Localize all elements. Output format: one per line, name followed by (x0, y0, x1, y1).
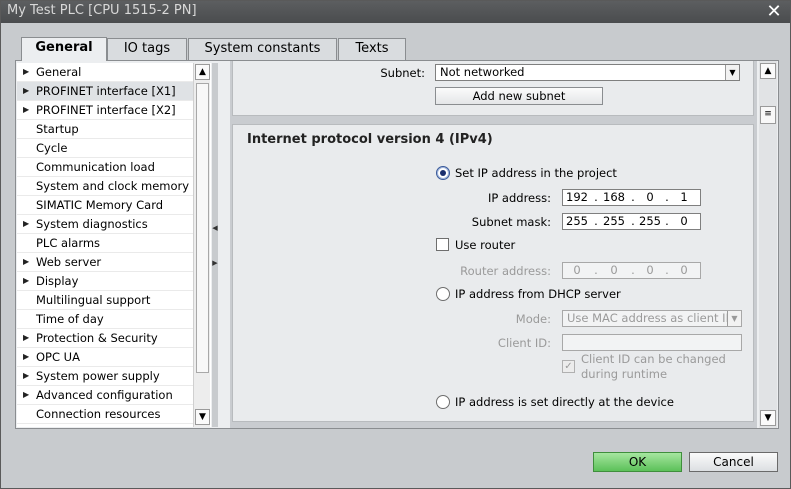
nav-item-profinet-x2[interactable]: ▶ PROFINET interface [X2] (17, 101, 193, 120)
nav-item-time-of-day[interactable]: Time of day (17, 310, 193, 329)
router-address-input[interactable]: 0 . 0 . 0 . 0 (562, 262, 701, 279)
mode-label: Mode: (515, 312, 551, 326)
subnet-label: Subnet: (380, 66, 425, 80)
nav-scrollbar[interactable]: ▲ ▼ (193, 63, 210, 427)
expand-arrow-icon: ▶ (23, 67, 30, 76)
set-ip-in-project-label: Set IP address in the project (455, 166, 617, 180)
nav-item-web-server[interactable]: ▶ Web server (17, 253, 193, 272)
nav-item-startup[interactable]: Startup (17, 120, 193, 139)
expand-arrow-icon: ▶ (23, 86, 30, 95)
expand-arrow-icon: ▶ (23, 219, 30, 228)
set-ip-in-project-radio[interactable] (436, 166, 450, 180)
nav-item-system-clock-memory[interactable]: System and clock memory (17, 177, 193, 196)
mode-select[interactable]: Use MAC address as client ID ▼ (562, 310, 742, 327)
tab-texts[interactable]: Texts (338, 38, 406, 60)
client-id-changeable-label-1: Client ID can be changed (581, 352, 726, 366)
client-id-changeable-checkbox[interactable]: ✓ (562, 360, 575, 373)
ipv4-title: Internet protocol version 4 (IPv4) (247, 132, 493, 147)
subnet-section: Subnet: Not networked ▼ Add new subnet (232, 61, 754, 116)
scroll-thumb[interactable]: ≡ (760, 106, 776, 124)
nav-item-plc-alarms[interactable]: PLC alarms (17, 234, 193, 253)
ip-address-input[interactable]: 192 . 168 . 0 . 1 (562, 189, 701, 206)
scroll-down-icon[interactable]: ▼ (760, 410, 776, 426)
nav-item-cycle[interactable]: Cycle (17, 139, 193, 158)
chevron-down-icon: ▼ (725, 65, 739, 80)
nav-item-display[interactable]: ▶ Display (17, 272, 193, 291)
expand-arrow-icon: ▶ (23, 257, 30, 266)
tab-io-tags[interactable]: IO tags (107, 38, 187, 60)
set-at-device-label: IP address is set directly at the device (455, 395, 674, 409)
close-icon[interactable]: ✕ (764, 2, 784, 22)
scroll-thumb[interactable] (196, 83, 209, 373)
expand-right-icon[interactable]: ▶ (212, 258, 218, 268)
nav-item-system-diagnostics[interactable]: ▶ System diagnostics (17, 215, 193, 234)
tab-general[interactable]: General (21, 37, 107, 61)
ip-address-label: IP address: (487, 191, 551, 205)
client-id-input[interactable] (562, 334, 742, 351)
expand-arrow-icon: ▶ (23, 371, 30, 380)
nav-item-profinet-x1[interactable]: ▶ PROFINET interface [X1] (17, 82, 193, 101)
nav-item-system-power-supply[interactable]: ▶ System power supply (17, 367, 193, 386)
scroll-down-icon[interactable]: ▼ (195, 409, 210, 425)
use-router-checkbox[interactable] (436, 238, 449, 251)
subnet-select[interactable]: Not networked ▼ (435, 64, 740, 81)
cancel-button[interactable]: Cancel (689, 452, 778, 472)
ipv4-section: Internet protocol version 4 (IPv4) Set I… (232, 124, 754, 422)
subnet-mask-input[interactable]: 255 . 255 . 255 . 0 (562, 213, 701, 230)
nav-item-multilingual[interactable]: Multilingual support (17, 291, 193, 310)
dhcp-radio[interactable] (436, 287, 450, 301)
nav-item-general[interactable]: ▶ General (17, 63, 193, 82)
expand-arrow-icon: ▶ (23, 276, 30, 285)
properties-panel: ▶ General ▶ PROFINET interface [X1] ▶ PROFI… (15, 60, 779, 429)
collapse-left-icon[interactable]: ◀ (212, 223, 218, 233)
client-id-changeable-label-2: during runtime (581, 367, 668, 381)
nav-item-connection-resources[interactable]: Connection resources (17, 405, 193, 424)
expand-arrow-icon: ▶ (23, 390, 30, 399)
ok-button[interactable]: OK (593, 452, 682, 472)
navigation-tree: ▶ General ▶ PROFINET interface [X1] ▶ PROFI… (17, 63, 211, 427)
nav-item-opc-ua[interactable]: ▶ OPC UA (17, 348, 193, 367)
expand-arrow-icon: ▶ (23, 333, 30, 342)
use-router-label: Use router (455, 238, 516, 252)
title-bar: My Test PLC [CPU 1515-2 PN] ✕ (1, 1, 790, 23)
chevron-down-icon: ▼ (727, 311, 741, 326)
settings-content: Subnet: Not networked ▼ Add new subnet I… (230, 61, 757, 428)
expand-arrow-icon: ▶ (23, 352, 30, 361)
scroll-up-icon[interactable]: ▲ (760, 63, 776, 79)
router-address-label: Router address: (460, 264, 551, 278)
nav-item-protection-security[interactable]: ▶ Protection & Security (17, 329, 193, 348)
pane-splitter[interactable]: ◀ ▶ (212, 63, 218, 427)
nav-item-communication-load[interactable]: Communication load (17, 158, 193, 177)
set-at-device-radio[interactable] (436, 395, 450, 409)
scroll-up-icon[interactable]: ▲ (195, 64, 210, 80)
add-new-subnet-button[interactable]: Add new subnet (435, 87, 603, 105)
tab-system-constants[interactable]: System constants (188, 38, 337, 60)
window-title: My Test PLC [CPU 1515-2 PN] (7, 3, 197, 18)
expand-arrow-icon: ▶ (23, 105, 30, 114)
client-id-label: Client ID: (497, 336, 551, 350)
dhcp-label: IP address from DHCP server (455, 287, 621, 301)
subnet-mask-label: Subnet mask: (471, 215, 551, 229)
properties-dialog: My Test PLC [CPU 1515-2 PN] ✕ General IO… (0, 0, 791, 489)
content-scrollbar[interactable]: ▲ ≡ ▼ (759, 61, 777, 428)
nav-item-advanced-configuration[interactable]: ▶ Advanced configuration (17, 386, 193, 405)
nav-item-memory-card[interactable]: SIMATIC Memory Card (17, 196, 193, 215)
